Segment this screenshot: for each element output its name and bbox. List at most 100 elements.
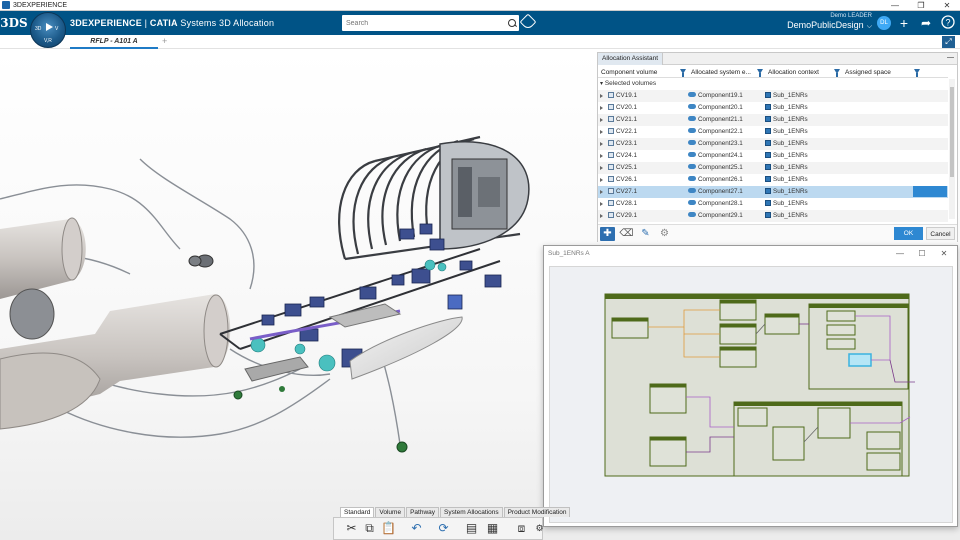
cancel-button[interactable]: Cancel [926, 227, 955, 240]
table-row[interactable]: CV26.1 Component26.1 Sub_1ENRs [598, 174, 948, 186]
expand-arrow-icon[interactable] [600, 94, 603, 98]
component-name: Component23.1 [698, 140, 743, 147]
undo-icon[interactable]: ↶ [409, 521, 424, 536]
expand-arrow-icon[interactable] [600, 118, 603, 122]
fit-all-in-icon[interactable]: ⤢ [942, 36, 955, 48]
diagram-close-button[interactable]: ✕ [933, 246, 955, 262]
table-row[interactable]: CV23.1 Component23.1 Sub_1ENRs [598, 138, 948, 150]
table-row[interactable]: CV29.1 Component29.1 Sub_1ENRs [598, 210, 948, 222]
brand-title: 3DEXPERIENCE | CATIA Systems 3D Allocati… [70, 18, 274, 28]
volume-name: CV23.1 [616, 140, 638, 147]
settings-icon[interactable]: ⚙ [532, 521, 547, 536]
edit-pencil-icon[interactable]: ✎ [638, 227, 653, 241]
tag-icon[interactable] [519, 13, 537, 31]
update-icon[interactable]: ⟳ [436, 521, 451, 536]
filter-icon[interactable] [757, 69, 763, 77]
expand-arrow-icon[interactable] [600, 106, 603, 110]
expand-arrow-icon[interactable] [600, 166, 603, 170]
cell-volume: CV26.1 [598, 174, 688, 186]
table-row[interactable]: CV27.1 Component27.1 Sub_1ENRs [598, 186, 948, 198]
close-button[interactable]: ✕ [934, 1, 960, 10]
expand-arrow-icon[interactable] [600, 154, 603, 158]
component-name: Component20.1 [698, 104, 743, 111]
user-menu[interactable]: Demo LEADER DemoPublicDesign ⌵ [780, 13, 872, 31]
compass-widget[interactable]: 3D V V,R [30, 12, 66, 48]
minimize-button[interactable]: — [882, 1, 908, 10]
search-icon[interactable] [505, 16, 519, 30]
table-icon[interactable]: ▤ [464, 521, 479, 536]
group-label: Selected volumes [604, 80, 657, 87]
play-icon[interactable] [46, 23, 53, 31]
expand-arrow-icon[interactable] [600, 202, 603, 206]
compass-bottom-label: V,R [44, 38, 52, 44]
grid-icon[interactable]: ▦ [485, 521, 500, 536]
col-allocation-context[interactable]: Allocation context [765, 67, 842, 77]
expand-arrow-icon[interactable] [600, 190, 603, 194]
volume-icon [608, 212, 614, 218]
cut-icon[interactable]: ✂ [344, 521, 359, 536]
tools-icon[interactable]: ⚙ [657, 227, 672, 241]
search-input[interactable] [342, 19, 505, 27]
filter-icon[interactable] [834, 69, 840, 77]
table-row[interactable]: CV22.1 Component22.1 Sub_1ENRs [598, 126, 948, 138]
chevron-down-icon[interactable]: ▾ [600, 81, 603, 87]
table-row[interactable]: CV24.1 Component24.1 Sub_1ENRs [598, 150, 948, 162]
collab-space-selector[interactable]: DemoPublicDesign ⌵ [780, 19, 872, 31]
volume-name: CV24.1 [616, 152, 638, 159]
filter-icon[interactable] [914, 69, 920, 77]
group-selected-volumes[interactable]: ▾ Selected volumes [600, 79, 656, 89]
paste-icon[interactable]: 📋 [381, 521, 396, 536]
eraser-icon[interactable]: ⌫ [619, 227, 634, 241]
action-tab-pathway[interactable]: Pathway [406, 507, 440, 517]
add-icon[interactable]: + [896, 15, 912, 31]
ok-button[interactable]: OK [894, 227, 923, 240]
action-tab-standard[interactable]: Standard [340, 507, 375, 517]
component-icon [688, 92, 696, 97]
col-component-volume[interactable]: Component volume [598, 67, 688, 77]
cell-context: Sub_1ENRs [765, 210, 948, 222]
cell-component: Component20.1 [688, 102, 765, 114]
filter-icon[interactable] [680, 69, 686, 77]
action-tab-volume[interactable]: Volume [375, 507, 406, 517]
col-allocated-system[interactable]: Allocated system e... [688, 67, 765, 77]
component-icon [688, 104, 696, 109]
expand-arrow-icon[interactable] [600, 130, 603, 134]
tab-rflp-a101[interactable]: RFLP - A101 A [70, 35, 158, 49]
volume-icon [608, 104, 614, 110]
expand-arrow-icon[interactable] [600, 214, 603, 218]
diagram-window-titlebar: Sub_1ENRs A — ☐ ✕ [544, 246, 957, 262]
copy-icon[interactable]: ⧉ [362, 521, 377, 536]
diagram-canvas[interactable] [549, 266, 953, 523]
diagram-maximize-button[interactable]: ☐ [911, 246, 933, 262]
table-row[interactable]: CV25.1 Component25.1 Sub_1ENRs [598, 162, 948, 174]
table-row[interactable]: CV19.1 Component19.1 Sub_1ENRs [598, 90, 948, 102]
allocation-assistant-title[interactable]: Allocation Assistant [598, 53, 664, 65]
allocation-table-header: Component volume Allocated system e... A… [598, 67, 948, 78]
cell-component: Component22.1 [688, 126, 765, 138]
ds-logo-icon[interactable]: 3DS [0, 16, 28, 30]
expand-arrow-icon[interactable] [600, 178, 603, 182]
table-row[interactable]: CV21.1 Component21.1 Sub_1ENRs [598, 114, 948, 126]
expand-arrow-icon[interactable] [600, 142, 603, 146]
diagram-minimize-button[interactable]: — [889, 246, 911, 262]
brand-app: CATIA [149, 18, 178, 28]
add-allocation-icon[interactable]: ✚ [600, 227, 615, 241]
maximize-button[interactable]: ❐ [908, 1, 934, 10]
context-name: Sub_1ENRs [773, 128, 808, 135]
table-row[interactable]: CV20.1 Component20.1 Sub_1ENRs [598, 102, 948, 114]
allocate-icon[interactable]: ⧈ [514, 521, 529, 536]
collapse-panel-button[interactable]: — [947, 53, 954, 63]
table-row[interactable]: CV28.1 Component28.1 Sub_1ENRs [598, 198, 948, 210]
action-tab-product-modification[interactable]: Product Modification [503, 507, 571, 517]
share-icon[interactable]: ➦ [918, 15, 934, 31]
action-tab-system-allocations[interactable]: System Allocations [440, 507, 503, 517]
avatar[interactable]: DL [877, 16, 891, 30]
help-icon[interactable]: ? [940, 15, 956, 31]
vertical-scrollbar[interactable] [949, 79, 955, 219]
add-tab-button[interactable]: + [162, 36, 167, 46]
app-logo-icon [2, 1, 10, 9]
volume-icon [608, 128, 614, 134]
cell-volume: CV27.1 [598, 186, 688, 198]
component-icon [688, 188, 696, 193]
col-assigned-space[interactable]: Assigned space [842, 67, 922, 77]
